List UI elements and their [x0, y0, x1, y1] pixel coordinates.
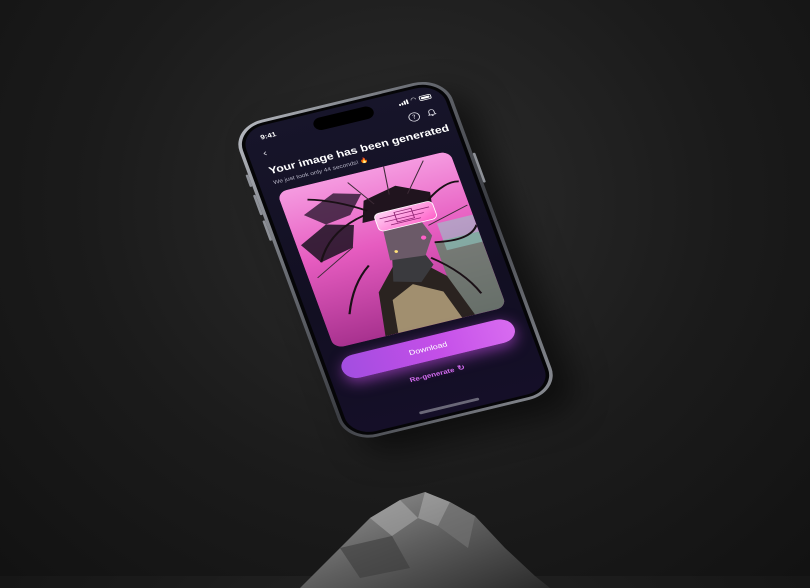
rock-pedestal: [300, 492, 550, 588]
regenerate-label: Re-generate: [408, 366, 456, 384]
action-button: [245, 174, 253, 188]
home-indicator: [418, 397, 480, 415]
status-icons: ◠: [398, 93, 432, 106]
status-time: 9:41: [259, 130, 278, 141]
question-circle-icon[interactable]: ?: [407, 111, 422, 123]
wifi-icon: ◠: [409, 95, 418, 104]
mockup-scene: 9:41 ◠ ‹ ? Your image has been generated: [0, 0, 810, 588]
phone-mockup: 9:41 ◠ ‹ ? Your image has been generated: [230, 75, 561, 444]
bell-icon[interactable]: [424, 107, 438, 118]
generated-image[interactable]: [276, 150, 507, 349]
generated-cyberpunk-portrait: [276, 150, 507, 349]
battery-icon: [418, 93, 432, 101]
signal-icon: [398, 98, 409, 106]
refresh-icon: ↻: [456, 363, 467, 373]
chevron-left-icon[interactable]: ‹: [261, 148, 269, 159]
